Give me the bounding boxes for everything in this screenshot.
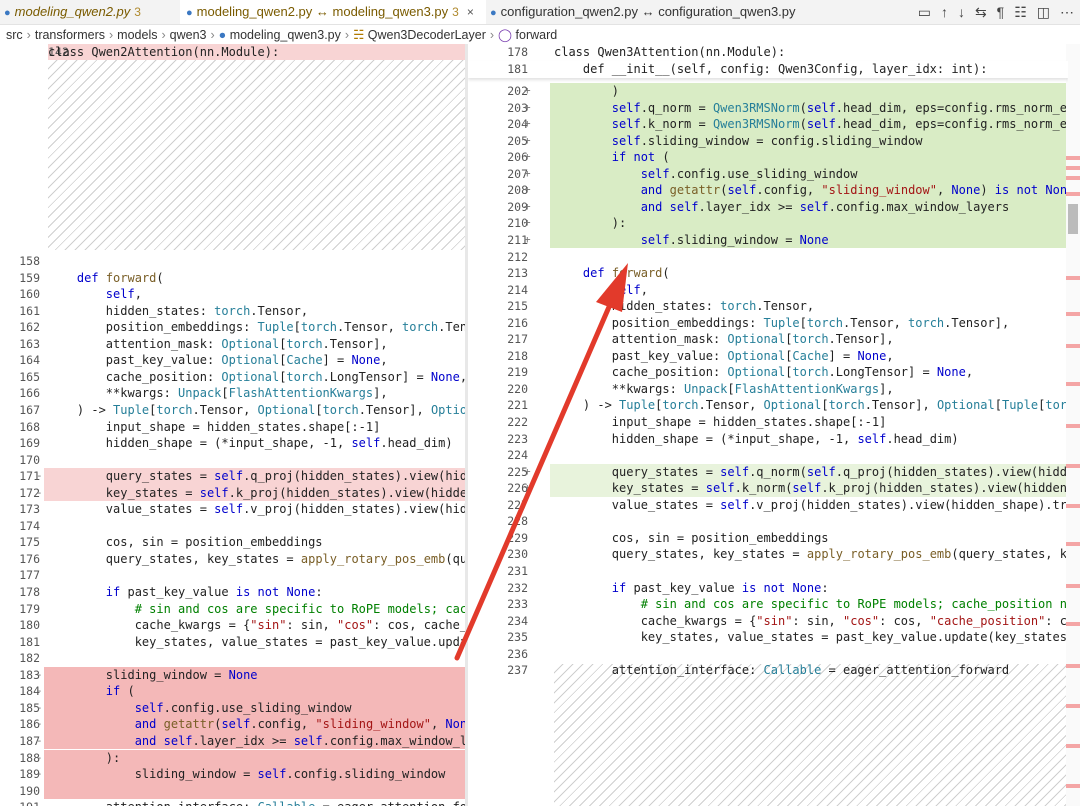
line-number: 181 bbox=[507, 62, 528, 76]
sticky-scroll-line[interactable]: 181 def __init__(self, config: Qwen3Conf… bbox=[468, 61, 1068, 78]
code-line: def __init__(self, config: Qwen3Config, … bbox=[554, 62, 988, 76]
annotation-arrow bbox=[454, 263, 628, 661]
